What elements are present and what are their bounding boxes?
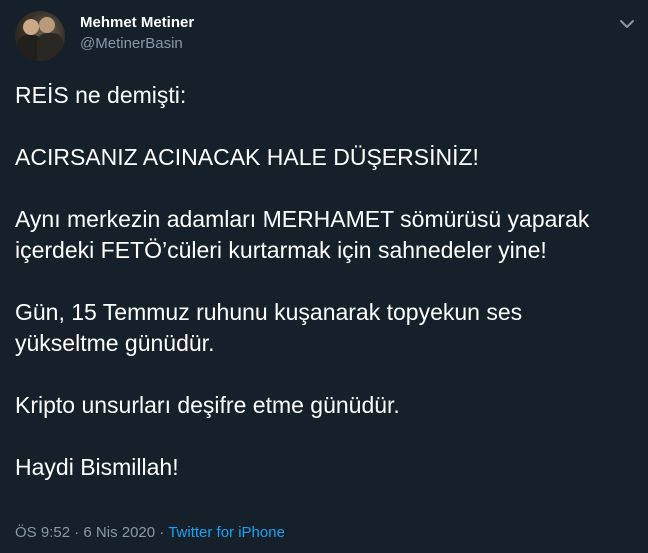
tweet-paragraph: Kripto unsurları deşifre etme günüdür. [15,392,400,418]
tweet-time[interactable]: ÖS 9:52 [15,524,70,541]
avatar-figure [39,17,55,33]
tweet-source-link[interactable]: Twitter for iPhone [168,524,285,541]
meta-separator: · [159,524,165,541]
avatar-figure [23,19,39,35]
author-handle[interactable]: @MetinerBasin [80,35,183,52]
tweet-card: Mehmet Metiner @MetinerBasin REİS ne dem… [0,0,648,553]
chevron-down-icon[interactable] [617,14,637,34]
tweet-paragraph: Aynı merkezin adamları MERHAMET sömürüsü… [15,206,590,263]
tweet-paragraph: Haydi Bismillah! [15,454,179,480]
tweet-paragraph: REİS ne demişti: [15,82,187,108]
author-name[interactable]: Mehmet Metiner [80,14,194,31]
tweet-meta: ÖS 9:52 · 6 Nis 2020 · Twitter for iPhon… [15,524,285,541]
tweet-date[interactable]: 6 Nis 2020 [83,524,155,541]
tweet-paragraph: ACIRSANIZ ACINACAK HALE DÜŞERSİNİZ! [15,144,479,170]
avatar[interactable] [15,11,65,61]
tweet-text: REİS ne demişti: ACIRSANIZ ACINACAK HALE… [15,80,635,483]
meta-separator: · [74,524,80,541]
avatar-figure [37,33,63,61]
tweet-paragraph: Gün, 15 Temmuz ruhunu kuşanarak topyekun… [15,299,523,356]
